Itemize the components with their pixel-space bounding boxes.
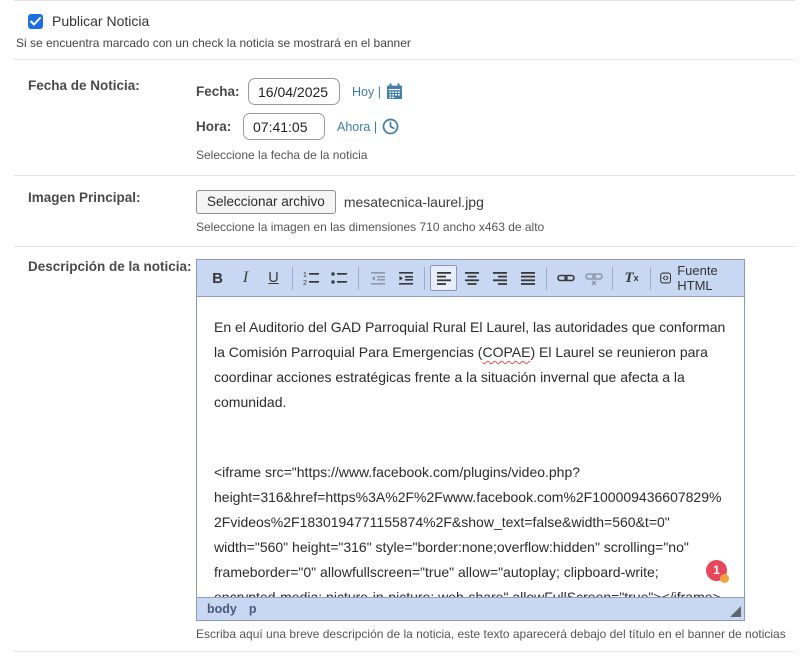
toolbar-separator [546,267,547,290]
link-icon [557,270,575,286]
publish-section: Publicar Noticia Si se encuentra marcado… [0,1,807,59]
publish-checkbox[interactable] [28,14,43,29]
align-justify-icon [520,270,536,286]
editor-paragraph-1: En el Auditorio del GAD Parroquial Rural… [214,315,727,415]
source-code-icon [660,270,671,286]
publish-checkbox-label[interactable]: Publicar Noticia [52,13,149,29]
date-field-label: Fecha: [196,84,248,99]
image-section-label: Imagen Principal: [0,190,196,205]
time-field-label: Hora: [196,119,248,134]
italic-button[interactable]: I [232,265,259,291]
toolbar-separator [358,267,359,290]
date-help-text: Seleccione la fecha de la noticia [196,148,807,162]
select-file-button[interactable]: Seleccionar archivo [196,190,336,214]
toolbar-separator [424,267,425,290]
indent-button[interactable] [392,265,419,291]
date-input[interactable] [248,78,340,105]
publish-help-text: Si se encuentra marcado con un check la … [16,36,807,50]
description-help-text: Escriba aquí una breve descripción de la… [196,627,807,641]
grammar-assistant-badge[interactable]: 1 [706,560,727,581]
align-left-icon [436,270,452,286]
bold-button[interactable]: B [204,265,231,291]
element-path-body[interactable]: body [207,602,237,616]
selected-filename: mesatecnica-laurel.jpg [344,194,484,210]
rich-text-editor: B I U 1 2 [196,259,745,621]
toolbar-separator [292,267,293,290]
toolbar-separator [650,267,651,290]
underline-button[interactable]: U [260,265,287,291]
image-help-text: Seleccione la imagen en las dimensiones … [196,220,807,234]
indent-icon [398,270,414,286]
outdent-icon [370,270,386,286]
svg-text:1: 1 [303,272,307,279]
editor-content-area[interactable]: En el Auditorio del GAD Parroquial Rural… [197,297,744,597]
numbered-list-icon: 1 2 [303,270,320,286]
bullet-list-icon [331,270,348,286]
now-link[interactable]: Ahora | [337,118,399,135]
align-justify-button[interactable] [514,265,541,291]
numbered-list-button[interactable]: 1 2 [298,265,325,291]
remove-format-button[interactable]: Tx [618,265,645,291]
date-section: Fecha de Noticia: Fecha: Hoy | [0,60,807,175]
align-center-icon [464,270,480,286]
svg-text:2: 2 [303,280,307,286]
bullet-list-button[interactable] [326,265,353,291]
image-section: Imagen Principal: Seleccionar archivo me… [0,176,807,246]
grammar-badge-count: 1 [713,558,720,583]
align-right-button[interactable] [486,265,513,291]
toolbar-separator [612,267,613,290]
editor-toolbar: B I U 1 2 [197,260,744,297]
editor-status-bar: body p [197,597,744,620]
editor-resize-handle[interactable] [730,606,741,617]
link-button[interactable] [552,265,579,291]
description-section: Descripción de la noticia: B I U 1 2 [0,247,807,651]
today-link[interactable]: Hoy | [352,83,403,100]
description-section-label: Descripción de la noticia: [0,259,196,274]
align-center-button[interactable] [458,265,485,291]
outdent-button[interactable] [364,265,391,291]
element-path-p[interactable]: p [249,602,257,616]
date-section-label: Fecha de Noticia: [0,78,196,93]
clock-icon[interactable] [382,118,399,135]
misspelled-word: COPAE [482,344,530,360]
checkmark-icon [30,17,41,26]
align-left-button[interactable] [430,265,457,291]
unlink-icon [585,270,603,286]
editor-paragraph-2: <iframe src="https://www.facebook.com/pl… [214,460,727,597]
divider-bottom [14,651,795,652]
source-button-label: Fuente HTML [677,263,733,293]
source-button[interactable]: Fuente HTML [656,265,737,291]
align-right-icon [492,270,508,286]
calendar-icon[interactable] [386,83,403,100]
unlink-button[interactable] [580,265,607,291]
grammar-badge-dot [720,574,729,583]
time-input[interactable] [243,113,325,140]
